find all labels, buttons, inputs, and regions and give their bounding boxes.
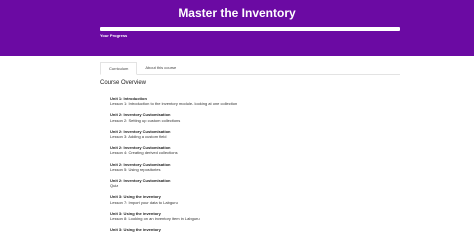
- list-item[interactable]: Unit 2: Inventory Customisation Quiz: [110, 178, 390, 188]
- lesson-link[interactable]: Lesson 7: Import your data to Labguru: [110, 200, 390, 205]
- unit-label: Unit 3: Using the inventory: [110, 227, 161, 233]
- lesson-list: Unit 1: Introduction Lesson 1: Introduct…: [110, 96, 390, 238]
- lesson-link[interactable]: Lesson 5: Using repositories: [110, 167, 390, 172]
- course-header: Master the Inventory Your Progress: [0, 0, 474, 56]
- list-item[interactable]: Unit 3: Using the inventory Lesson 8: Lo…: [110, 211, 390, 221]
- lesson-link[interactable]: Lesson 1: Introduction to the inventory …: [110, 101, 390, 106]
- list-item[interactable]: Unit 2: Inventory Customisation Lesson 3…: [110, 129, 390, 139]
- list-item[interactable]: Unit 2: Inventory Customisation Lesson 2…: [110, 112, 390, 122]
- course-overview-heading: Course Overview: [100, 80, 147, 86]
- list-item[interactable]: Unit 2: Inventory Customisation Lesson 5…: [110, 162, 390, 172]
- course-tabs: Curriculum About this course: [100, 62, 400, 75]
- lesson-link[interactable]: Lesson 3: Adding a custom field: [110, 134, 390, 139]
- list-item[interactable]: Unit 3: Using the inventory Lesson 7: Im…: [110, 194, 390, 204]
- lesson-link[interactable]: Quiz: [110, 183, 390, 188]
- list-item[interactable]: Unit 1: Introduction Lesson 1: Introduct…: [110, 96, 390, 106]
- lesson-link[interactable]: Lesson 4: Creating derived collections: [110, 150, 390, 155]
- lesson-link[interactable]: Lesson 8: Looking on an inventory item i…: [110, 216, 390, 221]
- list-item[interactable]: Unit 2: Inventory Customisation Lesson 4…: [110, 145, 390, 155]
- progress-label: Your Progress: [100, 33, 128, 38]
- lesson-link[interactable]: Lesson 2: Setting up custom collections: [110, 118, 390, 123]
- progress-bar: [100, 27, 400, 31]
- tab-about-this-course[interactable]: About this course: [137, 62, 184, 74]
- list-item[interactable]: Unit 3: Using the inventory: [110, 227, 390, 232]
- tab-curriculum[interactable]: Curriculum: [100, 62, 138, 75]
- course-title: Master the Inventory: [178, 6, 296, 20]
